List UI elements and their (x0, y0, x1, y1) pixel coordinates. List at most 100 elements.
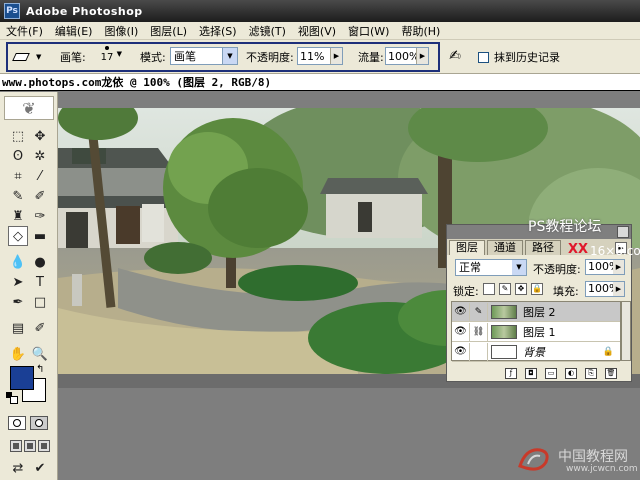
screen-mode-full-button[interactable] (38, 440, 50, 452)
brush-picker[interactable]: 17 ▼ (92, 44, 122, 70)
link-icon[interactable] (470, 342, 488, 361)
tab-paths[interactable]: 路径 (525, 240, 561, 255)
menu-help[interactable]: 帮助(H) (395, 23, 446, 39)
menu-edit[interactable]: 编辑(E) (49, 23, 99, 39)
menu-view[interactable]: 视图(V) (292, 23, 342, 39)
default-colors-icon[interactable] (6, 392, 18, 404)
feather-logo-icon[interactable]: ❦ (4, 96, 54, 120)
chevron-down-icon: ▼ (116, 50, 122, 58)
photoshop-app-icon: Ps (4, 3, 20, 19)
add-mask-icon[interactable]: ◘ (525, 367, 537, 379)
layer-row-layer-1[interactable]: 👁 ⛓ 图层 1 (452, 322, 620, 342)
lock-position-icon[interactable]: ✥ (515, 283, 527, 295)
lock-all-icon[interactable]: 🔒 (531, 283, 543, 295)
notes-tool-icon[interactable]: ▤ (8, 318, 28, 338)
screen-mode-standard-button[interactable] (10, 440, 22, 452)
move-tool-icon[interactable]: ✥ (30, 126, 50, 146)
layer-row-background[interactable]: 👁 背景 🔒 (452, 342, 620, 362)
menu-image[interactable]: 图像(I) (98, 23, 144, 39)
slice-tool-icon[interactable]: ⁄ (30, 166, 50, 186)
shape-tool-icon[interactable]: □ (30, 292, 50, 312)
airbrush-icon[interactable]: ✍ (444, 48, 466, 66)
blend-mode-select[interactable]: 正常 ▼ (455, 259, 527, 276)
lasso-tool-icon[interactable]: ʘ (8, 146, 28, 166)
lock-icon: 🔒 (602, 346, 614, 357)
gradient-tool-icon[interactable]: ▬ (30, 226, 50, 246)
brush-label: 画笔: (60, 51, 86, 64)
layer-opacity-input[interactable]: 100% ▶ (585, 259, 625, 275)
layer-row-layer-2[interactable]: 👁 ✎ 图层 2 (452, 302, 620, 322)
menu-window[interactable]: 窗口(W) (342, 23, 395, 39)
healing-brush-tool-icon[interactable]: ✎ (8, 186, 28, 206)
close-icon[interactable] (617, 226, 629, 238)
blur-tool-icon[interactable]: 💧 (8, 252, 28, 272)
magic-wand-tool-icon[interactable]: ✲ (30, 146, 50, 166)
tab-channels[interactable]: 通道 (487, 240, 523, 255)
eyedropper-tool-icon[interactable]: ✐ (30, 318, 50, 338)
opacity-input[interactable]: 11% ▶ (297, 47, 343, 65)
jump-to-imageready-icon[interactable]: ⇄ (8, 458, 28, 478)
eye-icon[interactable]: 👁 (452, 342, 470, 361)
mode-select[interactable]: 画笔 ▼ (170, 47, 238, 65)
menu-file[interactable]: 文件(F) (0, 23, 49, 39)
lock-transparency-icon[interactable] (483, 283, 495, 295)
layer-name: 图层 2 (523, 305, 556, 319)
fill-label: 填充: (553, 285, 579, 298)
brush-tool-icon[interactable]: ✐ (30, 186, 50, 206)
eye-icon[interactable]: 👁 (452, 322, 470, 341)
screen-mode-full-menu-button[interactable] (24, 440, 36, 452)
chevron-right-icon[interactable]: ▶ (416, 48, 428, 64)
fill-input[interactable]: 100% ▶ (585, 281, 625, 297)
eye-icon[interactable]: 👁 (452, 302, 470, 321)
erase-to-history-checkbox[interactable] (478, 52, 489, 63)
toolbox: ❦ ⬚ ✥ ʘ ✲ ⌗ ⁄ ✎ ✐ ♜ ✑ ◇ ▬ 💧 ● ➤ T ✒ □ ▤ ✐ ✋ 🔍 ↰ ⇄ ✔ (0, 92, 58, 480)
chevron-right-icon[interactable]: ▶ (613, 260, 624, 274)
zoom-tool-icon[interactable]: 🔍 (30, 344, 50, 364)
link-icon[interactable]: ⛓ (470, 322, 488, 341)
watermark-xx: XX (568, 242, 589, 257)
jump-to-imageready-arrow-icon[interactable]: ✔ (30, 458, 50, 478)
type-tool-icon[interactable]: T (30, 272, 50, 292)
tool-preset-picker[interactable]: ▼ (12, 48, 50, 66)
quick-mask-button[interactable] (30, 416, 48, 430)
marquee-tool-icon[interactable]: ⬚ (8, 126, 28, 146)
swap-colors-icon[interactable]: ↰ (36, 364, 44, 375)
clone-stamp-tool-icon[interactable]: ♜ (8, 206, 28, 226)
layer-name: 背景 (523, 345, 545, 359)
layer-style-icon[interactable]: ƒ (505, 367, 517, 379)
menu-select[interactable]: 选择(S) (193, 23, 243, 39)
menu-layer[interactable]: 图层(L) (144, 23, 193, 39)
layer-thumbnail (491, 324, 517, 339)
crop-tool-icon[interactable]: ⌗ (8, 166, 28, 186)
foreground-color-swatch[interactable] (10, 366, 34, 390)
window-title: Adobe Photoshop (26, 4, 143, 18)
layer-thumbnail (491, 344, 517, 359)
path-selection-tool-icon[interactable]: ➤ (8, 272, 28, 292)
chevron-right-icon[interactable]: ▶ (330, 48, 342, 64)
pen-tool-icon[interactable]: ✒ (8, 292, 28, 312)
chevron-right-icon[interactable]: ▶ (613, 282, 624, 296)
tool-options-bar: ▼ 画笔: 17 ▼ 模式: 画笔 ▼ 不透明度: 11% ▶ 流量: 100%… (0, 40, 640, 74)
adjustment-layer-icon[interactable]: ◐ (565, 367, 577, 379)
hand-tool-icon[interactable]: ✋ (8, 344, 28, 364)
layer-opacity-label: 不透明度: (533, 263, 581, 276)
opacity-label: 不透明度: (246, 51, 294, 64)
standard-mode-button[interactable] (8, 416, 26, 430)
history-brush-tool-icon[interactable]: ✑ (30, 206, 50, 226)
lock-pixels-icon[interactable]: ✎ (499, 283, 511, 295)
menu-filter[interactable]: 滤镜(T) (243, 23, 292, 39)
opacity-value: 11% (300, 49, 325, 63)
flow-input[interactable]: 100% ▶ (385, 47, 429, 65)
dodge-tool-icon[interactable]: ● (30, 252, 50, 272)
palette-scrollbar[interactable] (621, 301, 631, 361)
new-group-icon[interactable]: ▭ (545, 367, 557, 379)
trash-icon[interactable]: 🗑 (605, 367, 617, 379)
tab-layers[interactable]: 图层 (449, 240, 485, 255)
blend-mode-value: 正常 (459, 261, 481, 274)
eraser-tool-icon[interactable]: ◇ (8, 226, 28, 246)
brush-icon: ✎ (470, 302, 488, 321)
new-layer-icon[interactable]: ⎘ (585, 367, 597, 379)
palette-bottom-bar: ƒ ◘ ▭ ◐ ⎘ 🗑 (447, 365, 631, 381)
watermark-ps-forum: PS教程论坛 (528, 219, 602, 235)
watermark-site-name: 中国教程网 (558, 449, 628, 465)
